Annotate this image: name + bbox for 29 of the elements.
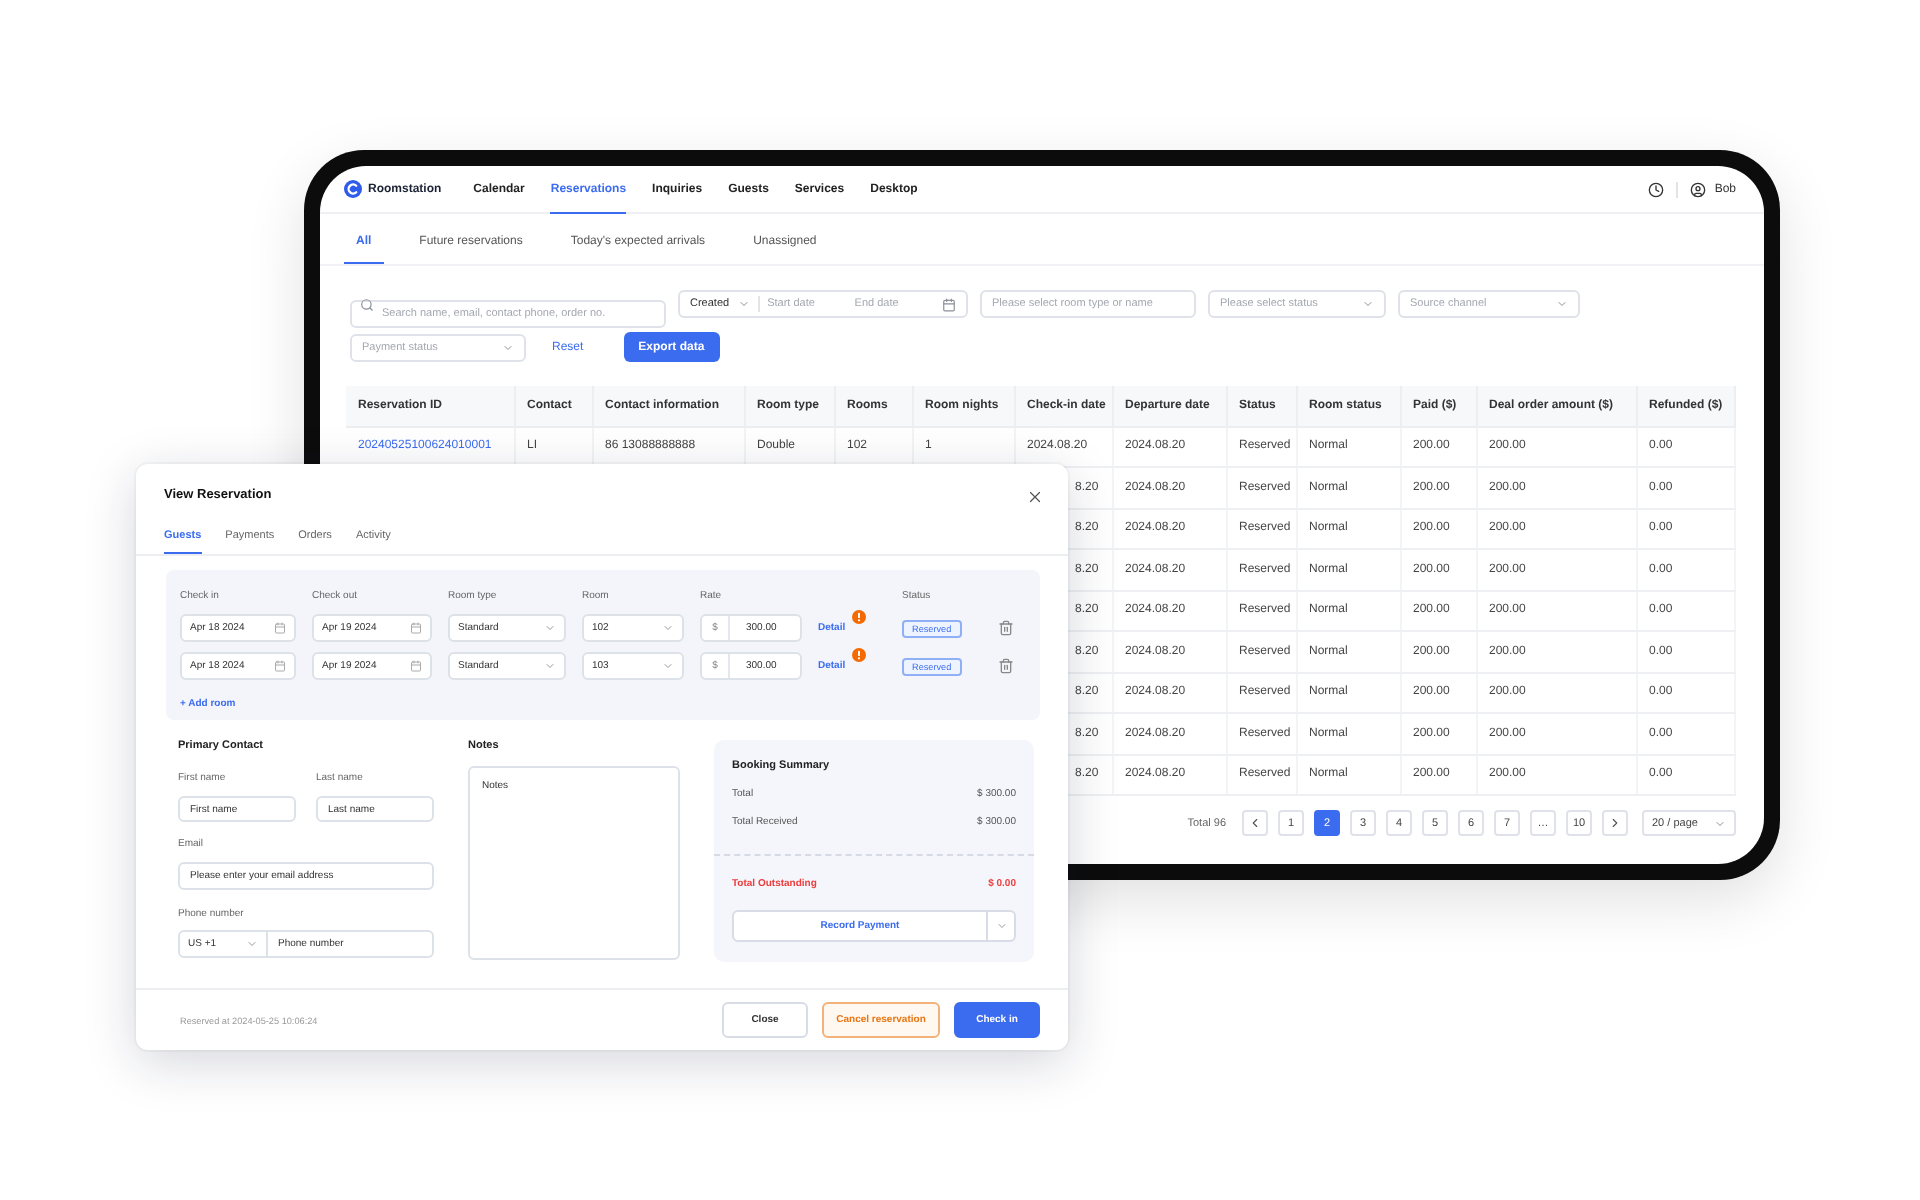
chevron-left-icon — [1248, 816, 1262, 830]
trash-icon[interactable] — [998, 620, 1014, 636]
chevron-down-icon — [544, 622, 556, 634]
alert-icon — [852, 610, 866, 624]
trash-icon[interactable] — [998, 658, 1014, 674]
chevron-down-icon — [1362, 298, 1374, 310]
next-page-button[interactable] — [1602, 810, 1628, 836]
search-icon — [360, 297, 374, 311]
chevron-down-icon — [662, 622, 674, 634]
clock-icon[interactable] — [1648, 181, 1665, 197]
user-icon[interactable] — [1690, 181, 1707, 197]
calendar-icon — [274, 622, 286, 634]
chevron-down-icon — [737, 298, 750, 310]
logo-icon — [344, 180, 362, 198]
calendar-icon — [274, 660, 286, 672]
calendar-icon — [410, 622, 422, 634]
calendar-icon — [942, 297, 957, 311]
chevron-down-icon — [502, 341, 514, 353]
chevron-down-icon — [995, 920, 1007, 932]
chevron-down-icon — [544, 660, 556, 672]
calendar-icon — [410, 660, 422, 672]
previous-page-button[interactable] — [1242, 810, 1268, 836]
chevron-down-icon — [1714, 817, 1726, 829]
chevron-down-icon — [246, 938, 258, 950]
alert-icon — [852, 648, 866, 662]
chevron-down-icon — [662, 660, 674, 672]
close-icon[interactable] — [1026, 487, 1044, 505]
chevron-right-icon — [1608, 816, 1622, 830]
chevron-down-icon — [1556, 298, 1568, 310]
